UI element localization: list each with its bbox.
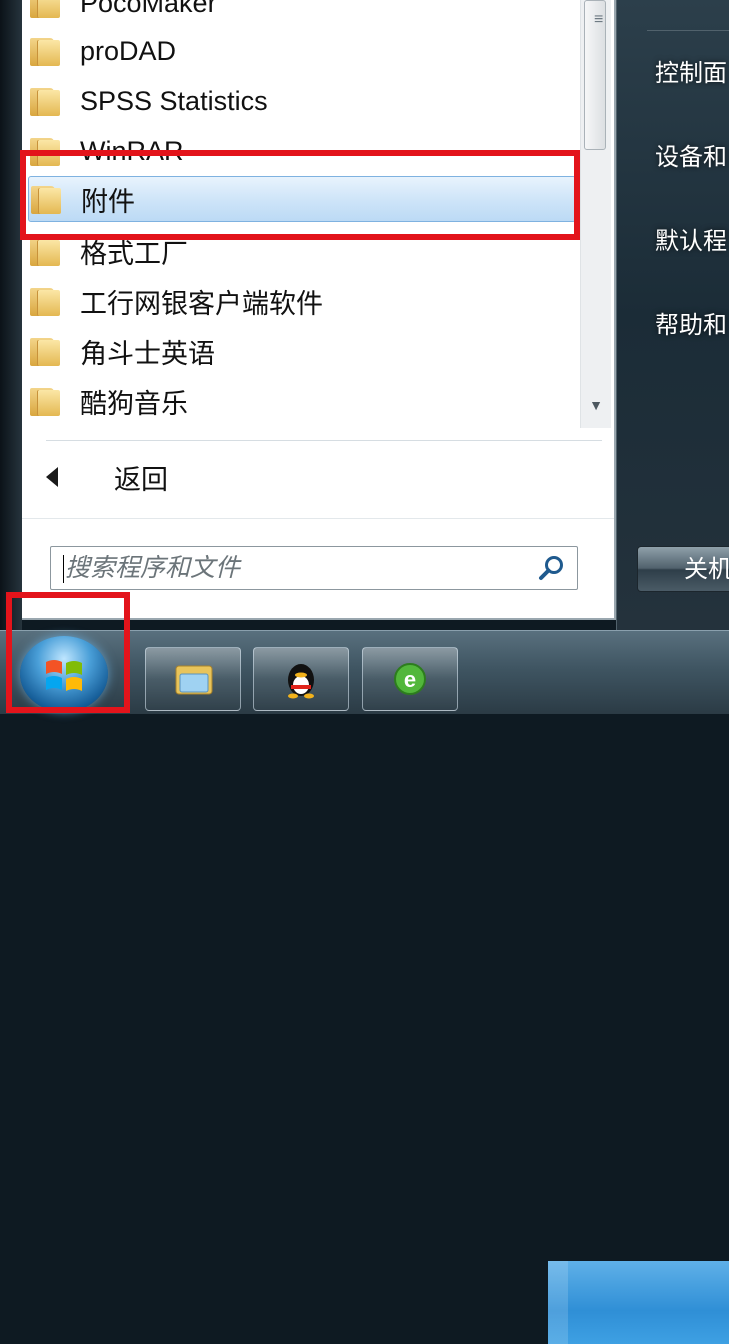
list-item-label: SPSS Statistics [80, 85, 268, 116]
list-item[interactable]: SPSS Statistics [28, 78, 576, 124]
svg-text:e: e [404, 667, 416, 692]
shutdown-button[interactable]: 关机 [637, 546, 729, 592]
folder-icon [30, 336, 62, 366]
folder-icon [30, 36, 62, 66]
divider [46, 440, 602, 441]
right-item-control-panel[interactable]: 控制面 [655, 58, 727, 90]
explorer-icon [175, 665, 213, 695]
ie-browser-icon: e [394, 663, 426, 695]
back-button[interactable]: 返回 [40, 452, 340, 502]
desktop-edge [0, 0, 22, 630]
grip-icon: ≡ [594, 11, 604, 28]
highlight-box-accessories [20, 150, 580, 240]
back-arrow-icon [46, 467, 58, 487]
program-list-scrollbar[interactable]: ≡ ▼ [580, 0, 611, 428]
folder-icon [30, 236, 62, 266]
list-item-label: 角斗士英语 [80, 338, 215, 369]
start-menu-right-pane: 控制面 设备和 默认程 帮助和 关机 [616, 0, 729, 630]
right-item-devices-printers[interactable]: 设备和 [655, 142, 727, 174]
scroll-down-arrow-icon[interactable]: ▼ [587, 396, 605, 414]
folder-icon [30, 86, 62, 116]
list-item[interactable]: 酷狗音乐 [28, 378, 576, 424]
list-item[interactable]: PocoMaker [28, 0, 576, 26]
right-pane-divider [647, 30, 729, 31]
highlight-box-start-button [6, 592, 130, 713]
folder-icon [30, 0, 62, 18]
scrollbar-thumb[interactable]: ≡ [584, 0, 606, 150]
back-label: 返回 [114, 464, 168, 495]
search-input[interactable] [65, 551, 525, 585]
list-item[interactable]: 工行网银客户端软件 [28, 278, 576, 324]
qq-icon [288, 664, 314, 699]
start-menu-programs-panel: PocoMaker proDAD SPSS Statistics WinRAR … [22, 0, 616, 620]
blurred-tray-area [548, 1261, 729, 1344]
folder-icon [30, 286, 62, 316]
list-item-label: 酷狗音乐 [80, 388, 188, 419]
divider [22, 518, 614, 519]
list-item[interactable]: 角斗士英语 [28, 328, 576, 374]
list-item[interactable]: proDAD [28, 28, 576, 74]
search-icon[interactable] [537, 553, 567, 583]
list-item-label: PocoMaker [80, 0, 217, 18]
right-item-help-support[interactable]: 帮助和 [655, 310, 727, 342]
folder-icon [30, 386, 62, 416]
search-box[interactable] [50, 546, 578, 590]
taskbar-qq-button[interactable] [253, 647, 349, 711]
taskbar-ie-button[interactable]: e [362, 647, 458, 711]
right-item-default-programs[interactable]: 默认程 [655, 226, 727, 258]
text-caret [63, 555, 64, 583]
list-item-label: proDAD [80, 35, 177, 66]
taskbar-explorer-button[interactable] [145, 647, 241, 711]
list-item-label: 工行网银客户端软件 [80, 288, 323, 319]
